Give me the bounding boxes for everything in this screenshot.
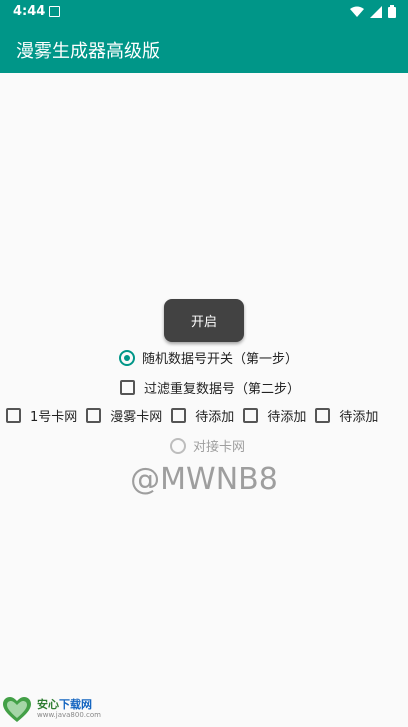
checkbox-card-4[interactable]: 待添加	[243, 406, 306, 425]
checkbox-label: 漫雾卡网	[110, 410, 163, 425]
system-icons	[350, 5, 396, 18]
radio-random-number[interactable]: 随机数据号开关（第一步）	[119, 348, 298, 367]
logo-brand: 安心下载网	[37, 699, 101, 710]
logo-site-url: www.java800.com	[37, 711, 101, 719]
checkbox-box-icon	[86, 408, 102, 423]
card-network-checkboxes: 1号卡网 漫雾卡网 待添加 待添加 待添加	[6, 406, 387, 425]
checkbox-box-icon	[243, 408, 259, 423]
checkbox-label: 待添加	[195, 410, 235, 425]
checkbox-filter-label: 过滤重复数据号（第二步）	[144, 382, 301, 397]
wifi-icon	[350, 6, 364, 17]
battery-icon	[388, 5, 396, 18]
checkbox-box-icon	[171, 408, 187, 423]
watermark-text: @MWNB8	[130, 462, 278, 497]
checkbox-card-5[interactable]: 待添加	[315, 406, 378, 425]
status-time: 4:44	[13, 4, 46, 19]
app-title: 漫雾生成器高级版	[16, 41, 160, 62]
status-bar: 4:44	[0, 0, 408, 24]
site-logo: 安心下载网 www.java800.com	[3, 697, 101, 723]
start-button[interactable]: 开启	[164, 299, 244, 342]
signal-icon	[370, 5, 382, 18]
radio-selected-icon	[119, 349, 135, 366]
checkbox-filter-duplicates[interactable]: 过滤重复数据号（第二步）	[120, 378, 300, 397]
logo-texts: 安心下载网 www.java800.com	[37, 699, 101, 721]
checkbox-label: 待添加	[267, 410, 307, 425]
heart-logo-icon	[3, 697, 31, 722]
checkbox-label: 待添加	[339, 410, 379, 425]
checkbox-card-1[interactable]: 1号卡网	[6, 406, 77, 425]
radio-connect-label: 对接卡网	[193, 440, 246, 455]
radio-random-label: 随机数据号开关（第一步）	[142, 352, 299, 367]
app-bar: 漫雾生成器高级版	[0, 24, 408, 73]
radio-disabled-icon	[170, 437, 186, 454]
checkbox-card-2[interactable]: 漫雾卡网	[86, 406, 162, 425]
notification-icon	[49, 6, 60, 17]
checkbox-box-icon	[315, 408, 331, 423]
checkbox-box-icon	[120, 380, 135, 395]
radio-connect-card-network: 对接卡网	[170, 436, 245, 455]
checkbox-card-3[interactable]: 待添加	[171, 406, 234, 425]
checkbox-label: 1号卡网	[30, 410, 78, 425]
checkbox-box-icon	[6, 408, 21, 423]
